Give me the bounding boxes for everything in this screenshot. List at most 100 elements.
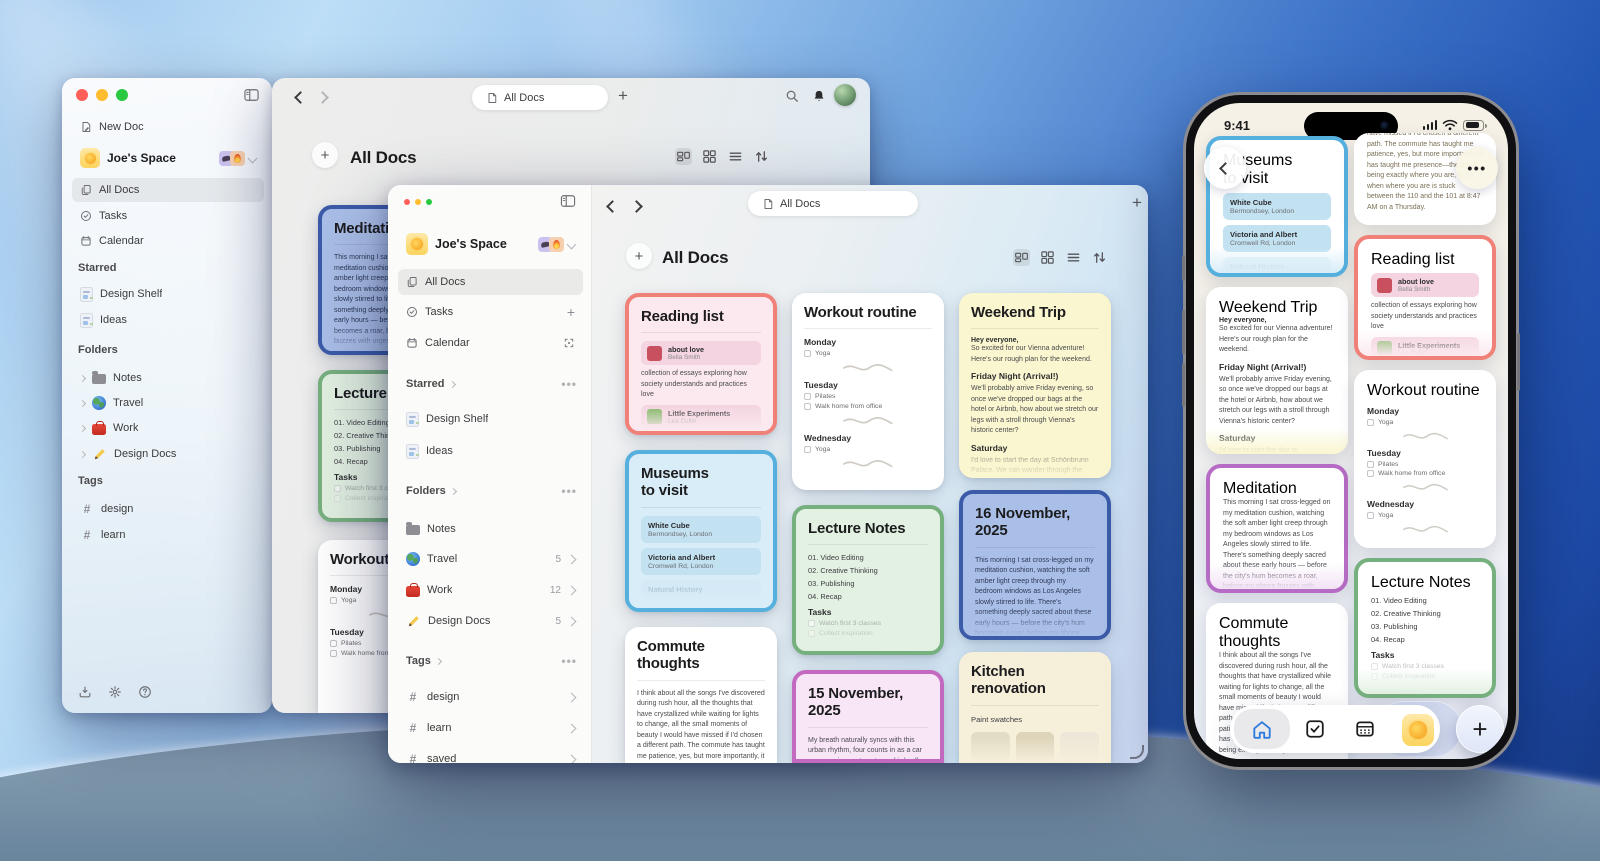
checkbox[interactable] bbox=[1371, 673, 1378, 680]
museum-row-faded[interactable]: Natural History bbox=[1223, 257, 1331, 276]
folder-item-design-docs[interactable]: Design Docs bbox=[72, 442, 264, 466]
space-switcher[interactable]: Joe's Space bbox=[398, 229, 583, 259]
tab-calendar[interactable] bbox=[1340, 709, 1390, 749]
paint-swatch[interactable] bbox=[1016, 732, 1055, 762]
board-view-icon[interactable] bbox=[1013, 249, 1030, 266]
add-task-icon[interactable]: + bbox=[567, 304, 575, 320]
new-tab-button[interactable]: + bbox=[1132, 193, 1142, 213]
sidebar-item-all-docs[interactable]: All Docs bbox=[72, 178, 264, 202]
disclosure-chevron-icon[interactable] bbox=[79, 399, 86, 406]
book-row[interactable]: about love Bella Smith bbox=[1371, 273, 1479, 297]
doc-card-weekend-trip[interactable]: Weekend Trip Hey everyone, So excited fo… bbox=[959, 293, 1111, 478]
checkbox[interactable] bbox=[1367, 512, 1374, 519]
close-button[interactable] bbox=[404, 199, 410, 205]
tag-item-learn[interactable]: # learn bbox=[398, 714, 583, 742]
sidebar-toggle-icon[interactable] bbox=[559, 194, 577, 208]
tags-section-header[interactable]: Tags ••• bbox=[406, 654, 577, 668]
sidebar-item-tasks[interactable]: Tasks + bbox=[398, 299, 583, 325]
sidebar-toggle-icon[interactable] bbox=[243, 88, 260, 102]
museum-row[interactable]: Victoria and Albert Cromwell Rd, London bbox=[641, 548, 761, 575]
doc-card-lecture-notes[interactable]: Lecture Notes 01. Video Editing 02. Crea… bbox=[1354, 558, 1496, 698]
new-doc-button[interactable]: New Doc bbox=[72, 115, 264, 139]
nav-back-icon[interactable] bbox=[294, 91, 307, 104]
help-icon[interactable] bbox=[138, 685, 152, 699]
tag-item-design[interactable]: # design bbox=[72, 497, 264, 521]
nav-back-icon[interactable] bbox=[606, 200, 619, 213]
user-avatar[interactable] bbox=[834, 84, 856, 106]
bell-icon[interactable] bbox=[811, 89, 827, 103]
tag-item-saved[interactable]: # saved bbox=[398, 745, 583, 763]
sort-icon[interactable] bbox=[753, 148, 770, 165]
checkbox[interactable] bbox=[1367, 470, 1374, 477]
grid-view-icon[interactable] bbox=[1039, 249, 1056, 266]
folder-item-work[interactable]: Work bbox=[72, 416, 264, 440]
starred-item-ideas[interactable]: Ideas bbox=[398, 437, 583, 465]
back-button[interactable] bbox=[1204, 147, 1246, 189]
add-doc-button[interactable]: + bbox=[312, 142, 338, 168]
tag-item-design[interactable]: # design bbox=[398, 683, 583, 711]
checkbox[interactable] bbox=[330, 650, 337, 657]
starred-item-ideas[interactable]: Ideas bbox=[72, 308, 264, 332]
space-switcher[interactable]: Joe's Space bbox=[72, 144, 264, 172]
new-tab-button[interactable]: + bbox=[618, 86, 628, 106]
doc-tab[interactable]: All Docs bbox=[748, 191, 918, 216]
paint-swatch[interactable] bbox=[1060, 732, 1099, 762]
search-icon[interactable] bbox=[784, 89, 800, 103]
disclosure-chevron-icon[interactable] bbox=[79, 374, 86, 381]
checkbox[interactable] bbox=[808, 630, 815, 637]
museum-row[interactable]: Victoria and Albert Cromwell Rd, London bbox=[1223, 225, 1331, 252]
list-view-icon[interactable] bbox=[1065, 249, 1082, 266]
folder-item-work[interactable]: Work 12 bbox=[398, 576, 583, 604]
minimize-button[interactable] bbox=[415, 199, 421, 205]
doc-tab[interactable]: All Docs bbox=[472, 85, 608, 110]
checkbox[interactable] bbox=[804, 446, 811, 453]
starred-item-design-shelf[interactable]: Design Shelf bbox=[72, 282, 264, 306]
gear-icon[interactable] bbox=[108, 685, 122, 699]
sidebar-item-calendar[interactable]: Calendar bbox=[398, 330, 583, 356]
checkbox[interactable] bbox=[804, 350, 811, 357]
checkbox[interactable] bbox=[1371, 663, 1378, 670]
folder-item-travel[interactable]: Travel bbox=[72, 391, 264, 415]
window-resize-handle[interactable] bbox=[1130, 745, 1144, 759]
list-view-icon[interactable] bbox=[727, 148, 744, 165]
more-options-icon[interactable]: ••• bbox=[561, 484, 577, 498]
doc-card-workout[interactable]: Workout routine Monday Yoga Tuesday Pila… bbox=[792, 293, 944, 490]
doc-card-workout[interactable]: Workout routine Monday Yoga Tuesday Pila… bbox=[1354, 370, 1496, 548]
checkbox[interactable] bbox=[330, 640, 337, 647]
tab-space[interactable] bbox=[1402, 714, 1434, 746]
starred-section-header[interactable]: Starred ••• bbox=[406, 377, 577, 391]
checkbox[interactable] bbox=[804, 393, 811, 400]
zoom-button[interactable] bbox=[116, 89, 128, 101]
nav-forward-icon[interactable] bbox=[316, 91, 329, 104]
doc-card-reading-list[interactable]: Reading list about love Bella Smith coll… bbox=[625, 293, 777, 435]
folder-item-notes[interactable]: Notes bbox=[398, 515, 583, 543]
nav-forward-icon[interactable] bbox=[630, 200, 643, 213]
add-doc-button[interactable]: + bbox=[626, 243, 652, 269]
doc-card-reading-list[interactable]: Reading list about love Bella Smith coll… bbox=[1354, 235, 1496, 360]
doc-card-16-november[interactable]: 16 November, 2025 This morning I sat cro… bbox=[959, 490, 1111, 640]
starred-item-design-shelf[interactable]: Design Shelf bbox=[398, 405, 583, 433]
sidebar-item-calendar[interactable]: Calendar bbox=[72, 229, 264, 253]
more-options-icon[interactable]: ••• bbox=[561, 377, 577, 391]
paint-swatch[interactable] bbox=[971, 732, 1010, 762]
checkbox[interactable] bbox=[330, 597, 337, 604]
board-view-icon[interactable] bbox=[675, 148, 692, 165]
doc-card-lecture-notes[interactable]: Lecture Notes 01. Video Editing 02. Crea… bbox=[792, 505, 944, 655]
museum-row[interactable]: White Cube Bermondsey, London bbox=[641, 516, 761, 543]
doc-card-15-november[interactable]: 15 November, 2025 My breath naturally sy… bbox=[792, 670, 944, 763]
sort-icon[interactable] bbox=[1091, 249, 1108, 266]
tag-item-learn[interactable]: # learn bbox=[72, 523, 264, 547]
folder-item-travel[interactable]: Travel 5 bbox=[398, 545, 583, 573]
museum-row-faded[interactable]: Natural History bbox=[641, 580, 761, 599]
doc-card-meditation[interactable]: Meditation This morning I sat cross-legg… bbox=[1206, 464, 1348, 593]
checkbox[interactable] bbox=[334, 485, 341, 492]
book-row[interactable]: Little Experiments Lea Cullin bbox=[1371, 337, 1479, 361]
import-tray-icon[interactable] bbox=[78, 685, 92, 699]
folder-item-design-docs[interactable]: Design Docs 5 bbox=[398, 607, 583, 635]
grid-view-icon[interactable] bbox=[701, 148, 718, 165]
disclosure-chevron-icon[interactable] bbox=[79, 450, 86, 457]
more-options-icon[interactable]: ••• bbox=[561, 654, 577, 668]
disclosure-chevron-icon[interactable] bbox=[79, 424, 86, 431]
scan-icon[interactable] bbox=[563, 337, 575, 349]
checkbox[interactable] bbox=[804, 403, 811, 410]
